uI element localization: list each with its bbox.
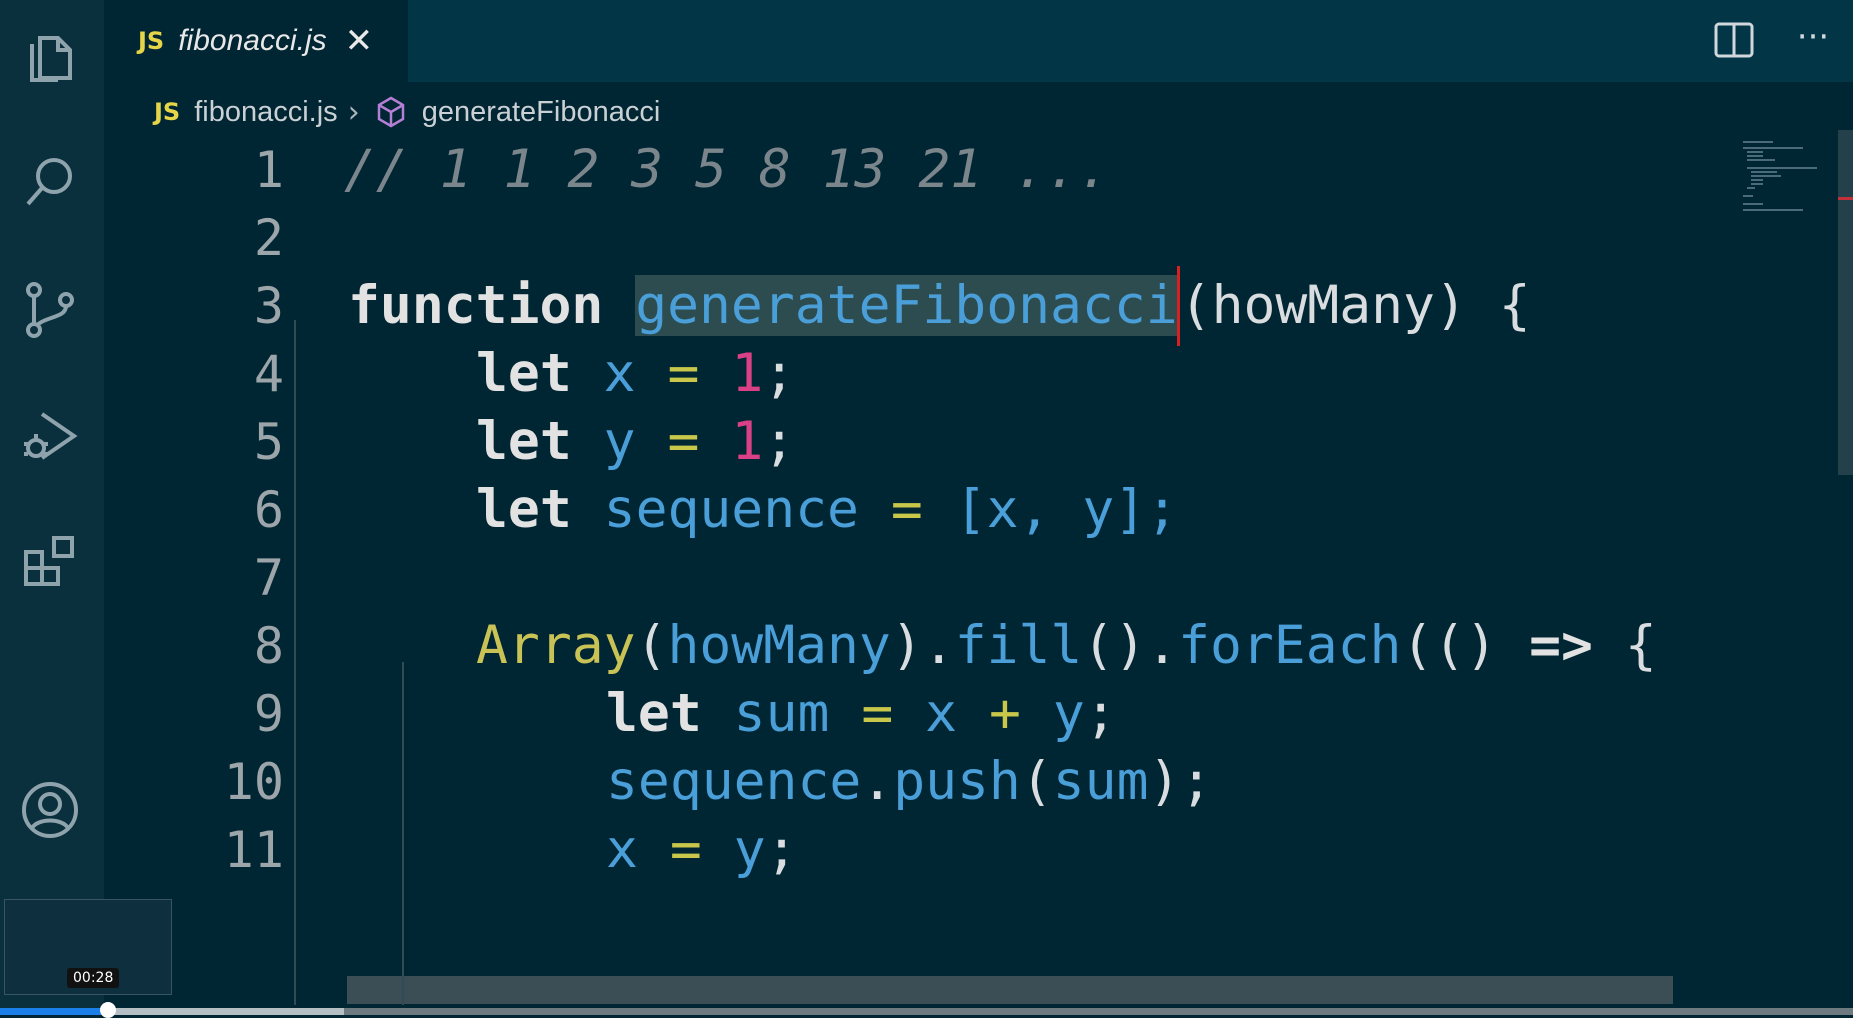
keyword: let [606, 683, 702, 744]
operator: = [669, 819, 702, 880]
variable: howMany [667, 615, 891, 676]
split-editor-icon[interactable] [1712, 18, 1758, 64]
method: forEach [1178, 615, 1402, 676]
punctuation: . [922, 615, 955, 676]
extensions-icon[interactable] [10, 522, 90, 602]
account-icon[interactable] [10, 770, 90, 850]
punctuation: ; [1180, 751, 1213, 812]
variable: x [603, 343, 636, 404]
punctuation: ) [890, 615, 923, 676]
variable: sequence [606, 751, 862, 812]
video-timestamp: 00:28 [67, 968, 120, 988]
number: 1 [731, 411, 764, 472]
punctuation: { [1624, 615, 1657, 676]
keyword: function [348, 275, 604, 336]
punctuation: . [861, 751, 894, 812]
punctuation: . [1146, 615, 1179, 676]
method-cube-icon [377, 96, 404, 128]
punctuation: ( [635, 615, 668, 676]
breadcrumb: JS fibonacci.js › generateFibonacci [104, 82, 1853, 142]
scrollbar-marker [1838, 197, 1853, 200]
keyword: let [476, 411, 572, 472]
keyword: let [476, 479, 572, 540]
method: fill [954, 615, 1083, 676]
keyword: let [476, 343, 572, 404]
variable: sum [733, 683, 830, 744]
video-preview-thumbnail: 00:28 [4, 899, 172, 995]
js-file-icon: JS [138, 27, 165, 55]
punctuation: () [1082, 615, 1147, 676]
variable: y [1052, 683, 1085, 744]
variable: y [733, 819, 766, 880]
code-text: x = y; [606, 810, 798, 890]
more-actions-icon[interactable]: ··· [1790, 14, 1836, 60]
tab-fibonacci-js[interactable]: JS fibonacci.js ✕ [104, 0, 408, 82]
line-number: 11 [223, 821, 284, 879]
punctuation: ) [1148, 751, 1181, 812]
punctuation: () [1433, 615, 1498, 676]
chevron-right-icon: › [347, 94, 360, 130]
variable: x [606, 819, 638, 880]
class-name: Array [476, 615, 636, 676]
array-literal: [x, y]; [954, 479, 1179, 540]
video-progress-fill [0, 1008, 108, 1015]
code-editor[interactable]: 1 // 1 1 2 3 5 8 13 21 ... 2 3 function … [104, 142, 1733, 1005]
run-debug-icon[interactable] [10, 396, 90, 476]
code-line: 11 x = y; [104, 810, 1733, 890]
method: push [893, 751, 1021, 812]
punctuation: ; [763, 343, 796, 404]
number: 1 [731, 343, 764, 404]
operator: + [989, 683, 1021, 744]
code-rest: (howMany) { [1179, 275, 1531, 336]
close-icon[interactable]: ✕ [345, 24, 374, 58]
source-control-icon[interactable] [10, 270, 90, 350]
search-icon[interactable] [10, 142, 90, 222]
explorer-icon[interactable] [10, 16, 90, 96]
operator: = [667, 411, 700, 472]
video-progress-knob[interactable] [100, 1002, 116, 1018]
variable: sequence [603, 479, 859, 540]
function-name: generateFibonacci [635, 275, 1178, 336]
breadcrumb-file[interactable]: fibonacci.js [194, 96, 337, 129]
breadcrumb-symbol[interactable]: generateFibonacci [422, 96, 661, 129]
vertical-scrollbar[interactable] [1838, 130, 1853, 475]
punctuation: ; [763, 411, 796, 472]
tab-bar: JS fibonacci.js ✕ ··· [104, 0, 1853, 82]
operator: => [1529, 615, 1593, 676]
operator: = [890, 479, 923, 540]
activity-bar [0, 0, 104, 1015]
variable: sum [1052, 751, 1149, 812]
punctuation: ( [1401, 615, 1434, 676]
punctuation: ; [1084, 683, 1117, 744]
tab-label: fibonacci.js [178, 24, 327, 57]
variable: x [925, 683, 958, 744]
minimap[interactable] [1735, 130, 1835, 250]
operator: = [861, 683, 894, 744]
operator: = [667, 343, 700, 404]
punctuation: ; [765, 819, 798, 880]
js-file-icon: JS [154, 98, 181, 126]
current-line-highlight [347, 976, 1673, 1004]
punctuation: ( [1020, 751, 1053, 812]
variable: y [603, 411, 636, 472]
